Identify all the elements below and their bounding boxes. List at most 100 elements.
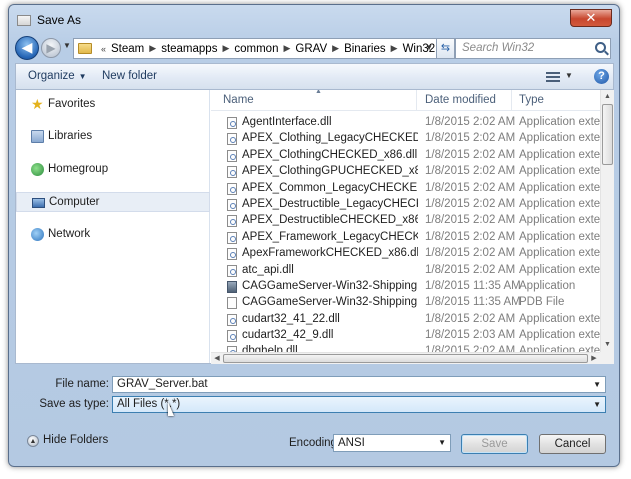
dll-file-icon — [227, 248, 237, 261]
column-header-name[interactable]: Name — [223, 94, 254, 106]
network-icon — [31, 228, 44, 241]
file-row[interactable]: CAGGameServer-Win32-Shipping.pdb 1/8/2015… — [211, 294, 600, 310]
chevron-down-icon[interactable]: ▼ — [593, 377, 601, 392]
file-row[interactable]: dbghelp.dll 1/8/2015 2:02 AM Application e… — [211, 343, 600, 352]
file-name-cell: APEX_ClothingGPUCHECKED_x86.dll — [242, 165, 418, 178]
file-name-value: GRAV_Server.bat — [117, 378, 208, 390]
file-name-cell: APEX_Common_LegacyCHECKED_x86.dll — [242, 181, 418, 194]
dll-file-icon — [227, 166, 237, 179]
breadcrumb-steamapps[interactable]: steamapps — [161, 43, 217, 55]
chevron-down-icon[interactable]: ▼ — [438, 435, 446, 451]
file-row[interactable]: cudart32_42_9.dll 1/8/2015 2:03 AM Applica… — [211, 327, 600, 343]
cancel-button[interactable]: Cancel — [539, 434, 606, 454]
sidebar-item-libraries[interactable]: Libraries — [16, 127, 210, 147]
file-date-cell: 1/8/2015 2:02 AM — [425, 165, 516, 178]
scroll-right-icon[interactable]: ▶ — [588, 353, 600, 365]
history-dropdown-icon[interactable]: ▼ — [63, 41, 71, 50]
organize-label: Organize — [28, 70, 75, 82]
file-row[interactable]: APEX_Clothing_LegacyCHECKED_x86.dll 1/8/2… — [211, 130, 600, 146]
file-name-cell: atc_api.dll — [242, 263, 294, 276]
chevron-down-icon[interactable]: ▼ — [593, 397, 601, 412]
file-type-cell: PDB File — [519, 296, 565, 309]
file-name-cell: cudart32_42_9.dll — [242, 329, 334, 342]
address-bar[interactable]: « Steam ▶ steamapps ▶ common ▶ GRAV ▶ Bi… — [73, 38, 437, 59]
close-button[interactable]: ✕ — [570, 9, 612, 27]
breadcrumb-steam[interactable]: Steam — [111, 43, 144, 55]
file-row[interactable]: AgentInterface.dll 1/8/2015 2:02 AM Applic… — [211, 114, 600, 130]
search-input[interactable]: Search Win32 — [455, 38, 611, 59]
chevron-right-icon[interactable]: ▶ — [386, 43, 403, 54]
chevron-right-icon[interactable]: ▶ — [327, 43, 344, 54]
dll-file-icon — [227, 149, 237, 162]
help-button[interactable]: ? — [594, 69, 609, 84]
forward-button[interactable]: ▶ — [41, 38, 61, 58]
star-icon: ★ — [31, 96, 44, 112]
search-icon — [595, 42, 606, 53]
file-date-cell: 1/8/2015 2:02 AM — [425, 197, 516, 210]
file-name-label: File name: — [55, 378, 109, 390]
sidebar-item-label: Computer — [49, 196, 100, 208]
sidebar-item-label: Network — [48, 228, 91, 240]
encoding-select[interactable]: ANSI ▼ — [333, 434, 451, 452]
chevron-right-icon[interactable]: « — [96, 44, 111, 54]
scroll-left-icon[interactable]: ◀ — [211, 353, 223, 365]
file-row[interactable]: APEX_Destructible_LegacyCHECKED_x86.... 1… — [211, 196, 600, 212]
file-type-cell: Application extens... — [519, 148, 600, 161]
view-options-icon[interactable] — [546, 72, 560, 82]
file-date-cell: 1/8/2015 2:02 AM — [425, 214, 516, 227]
back-button[interactable]: ◀ — [15, 36, 39, 60]
exe-file-icon — [227, 280, 237, 293]
file-row[interactable]: atc_api.dll 1/8/2015 2:02 AM Application e… — [211, 262, 600, 278]
sidebar-item-favorites[interactable]: ★ Favorites — [16, 95, 210, 115]
organize-button[interactable]: Organize ▼ — [28, 70, 87, 82]
chevron-right-icon[interactable]: ▶ — [144, 43, 161, 54]
breadcrumb-grav[interactable]: GRAV — [295, 43, 327, 55]
sidebar-item-computer[interactable]: Computer — [16, 192, 210, 212]
column-divider[interactable] — [416, 90, 417, 111]
scroll-down-icon[interactable]: ▼ — [601, 338, 614, 352]
file-list: ▲ Name Date modified Type AgentInterface… — [211, 90, 600, 352]
breadcrumb-common[interactable]: common — [234, 43, 278, 55]
file-name-field[interactable]: GRAV_Server.bat ▼ — [112, 376, 606, 393]
save-button[interactable]: Save — [461, 434, 528, 454]
save-as-dialog: Save As ✕ ◀ ▶ ▼ « Steam ▶ steamapps ▶ co… — [8, 4, 620, 467]
file-date-cell: 1/8/2015 11:35 AM — [425, 296, 521, 309]
vertical-scroll-thumb[interactable] — [602, 104, 613, 165]
file-row[interactable]: ApexFrameworkCHECKED_x86.dll 1/8/2015 2:0… — [211, 245, 600, 261]
sidebar-item-homegroup[interactable]: Homegroup — [16, 160, 210, 180]
horizontal-scrollbar[interactable]: ◀ ▶ — [211, 352, 600, 364]
file-row[interactable]: CAGGameServer-Win32-Shipping.exe 1/8/2015… — [211, 278, 600, 294]
file-row[interactable]: APEX_Framework_LegacyCHECKED_x86.dll 1/8/… — [211, 229, 600, 245]
file-name-cell: APEX_Clothing_LegacyCHECKED_x86.dll — [242, 132, 418, 145]
file-type-cell: Application extens... — [519, 197, 600, 210]
file-row[interactable]: APEX_ClothingCHECKED_x86.dll 1/8/2015 2:0… — [211, 147, 600, 163]
view-dropdown-icon[interactable]: ▼ — [565, 71, 573, 80]
vertical-scrollbar[interactable]: ▲ ▼ — [600, 90, 614, 352]
scroll-up-icon[interactable]: ▲ — [601, 90, 614, 104]
column-header-date[interactable]: Date modified — [425, 94, 496, 106]
file-row[interactable]: APEX_ClothingGPUCHECKED_x86.dll 1/8/2015 … — [211, 163, 600, 179]
file-row[interactable]: APEX_DestructibleCHECKED_x86.dll 1/8/2015… — [211, 212, 600, 228]
search-placeholder: Search Win32 — [462, 42, 535, 54]
computer-icon — [32, 198, 45, 208]
breadcrumb-binaries[interactable]: Binaries — [344, 43, 386, 55]
file-row[interactable]: APEX_Common_LegacyCHECKED_x86.dll 1/8/201… — [211, 180, 600, 196]
sidebar-item-network[interactable]: Network — [16, 225, 210, 245]
file-name-cell: AgentInterface.dll — [242, 116, 332, 128]
refresh-button[interactable]: ⇆ — [437, 38, 455, 59]
save-type-select[interactable]: All Files (*.*) ▼ — [112, 396, 606, 413]
scroll-corner — [600, 352, 614, 364]
dll-file-icon — [227, 330, 237, 343]
file-row[interactable]: cudart32_41_22.dll 1/8/2015 2:02 AM Applic… — [211, 311, 600, 327]
address-dropdown-icon[interactable]: ▼ — [425, 43, 433, 52]
file-name-cell: ApexFrameworkCHECKED_x86.dll — [242, 247, 418, 260]
column-divider[interactable] — [511, 90, 512, 111]
chevron-right-icon[interactable]: ▶ — [217, 43, 234, 54]
title-bar[interactable]: Save As ✕ — [9, 5, 619, 33]
file-type-cell: Application extens... — [519, 247, 600, 260]
horizontal-scroll-thumb[interactable] — [223, 354, 588, 363]
new-folder-button[interactable]: New folder — [102, 70, 157, 82]
chevron-right-icon[interactable]: ▶ — [278, 43, 295, 54]
file-date-cell: 1/8/2015 2:02 AM — [425, 116, 516, 128]
column-header-type[interactable]: Type — [519, 94, 544, 106]
